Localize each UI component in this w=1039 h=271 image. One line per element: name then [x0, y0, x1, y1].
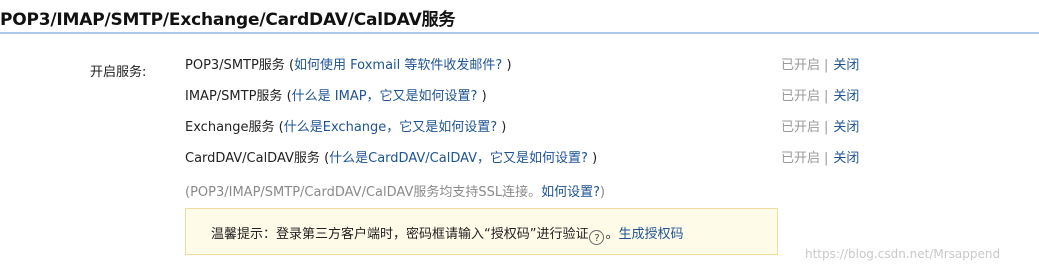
service-name: POP3/SMTP服务 — [185, 58, 285, 73]
question-icon[interactable]: ? — [589, 230, 605, 245]
ssl-help-link[interactable]: 如何设置? — [541, 185, 600, 200]
tip-text: 温馨提示：登录第三方客户端时，密码框请输入“授权码”进行验证? 。生成授权码 — [211, 227, 684, 245]
service-status: 已开启 | 关闭 — [781, 149, 859, 169]
close-service-button[interactable]: 关闭 — [833, 120, 859, 135]
ssl-note-text: (POP3/IMAP/SMTP/CardDAV/CalDAV服务均支持SSL连接… — [185, 185, 542, 200]
service-row-carddav: CardDAV/CalDAV服务 (什么是CardDAV/CalDAV，它又是如… — [185, 149, 915, 171]
service-status: 已开启 | 关闭 — [781, 56, 859, 76]
generate-auth-code-link[interactable]: 生成授权码 — [619, 227, 684, 242]
title-divider — [0, 32, 1039, 34]
tip-box: 温馨提示：登录第三方客户端时，密码框请输入“授权码”进行验证? 。生成授权码 — [185, 208, 778, 255]
help-link[interactable]: 什么是Exchange，它又是如何设置? — [284, 120, 497, 135]
service-row-exchange: Exchange服务 (什么是Exchange，它又是如何设置? ) 已开启 | 关… — [185, 118, 915, 140]
status-label: 已开启 — [781, 151, 821, 166]
section-label: 开启服务: — [90, 65, 147, 80]
divider: | — [824, 120, 829, 135]
divider: | — [824, 58, 829, 73]
service-name: Exchange服务 — [185, 120, 275, 135]
help-link[interactable]: 什么是CardDAV/CalDAV，它又是如何设置? — [329, 151, 588, 166]
ssl-note: (POP3/IMAP/SMTP/CardDAV/CalDAV服务均支持SSL连接… — [185, 185, 606, 200]
help-link[interactable]: 什么是 IMAP，它又是如何设置? — [292, 89, 478, 104]
help-link[interactable]: 如何使用 Foxmail 等软件收发邮件? — [294, 58, 502, 73]
status-label: 已开启 — [781, 58, 821, 73]
service-row-imap: IMAP/SMTP服务 (什么是 IMAP，它又是如何设置? ) 已开启 | 关闭 — [185, 87, 915, 109]
watermark: https://blog.csdn.net/Mrsappend — [805, 247, 1001, 261]
divider: | — [824, 151, 829, 166]
close-service-button[interactable]: 关闭 — [833, 151, 859, 166]
service-name: IMAP/SMTP服务 — [185, 89, 283, 104]
status-label: 已开启 — [781, 120, 821, 135]
tip-message: 温馨提示：登录第三方客户端时，密码框请输入“授权码”进行验证 — [211, 227, 589, 242]
service-status: 已开启 | 关闭 — [781, 118, 859, 138]
service-status: 已开启 | 关闭 — [781, 87, 859, 107]
status-label: 已开启 — [781, 89, 821, 104]
service-name: CardDAV/CalDAV服务 — [185, 151, 320, 166]
page-title: POP3/IMAP/SMTP/Exchange/CardDAV/CalDAV服务 — [0, 10, 456, 30]
close-service-button[interactable]: 关闭 — [833, 58, 859, 73]
divider: | — [824, 89, 829, 104]
service-row-pop3: POP3/SMTP服务 (如何使用 Foxmail 等软件收发邮件? ) 已开启… — [185, 56, 915, 78]
close-service-button[interactable]: 关闭 — [833, 89, 859, 104]
